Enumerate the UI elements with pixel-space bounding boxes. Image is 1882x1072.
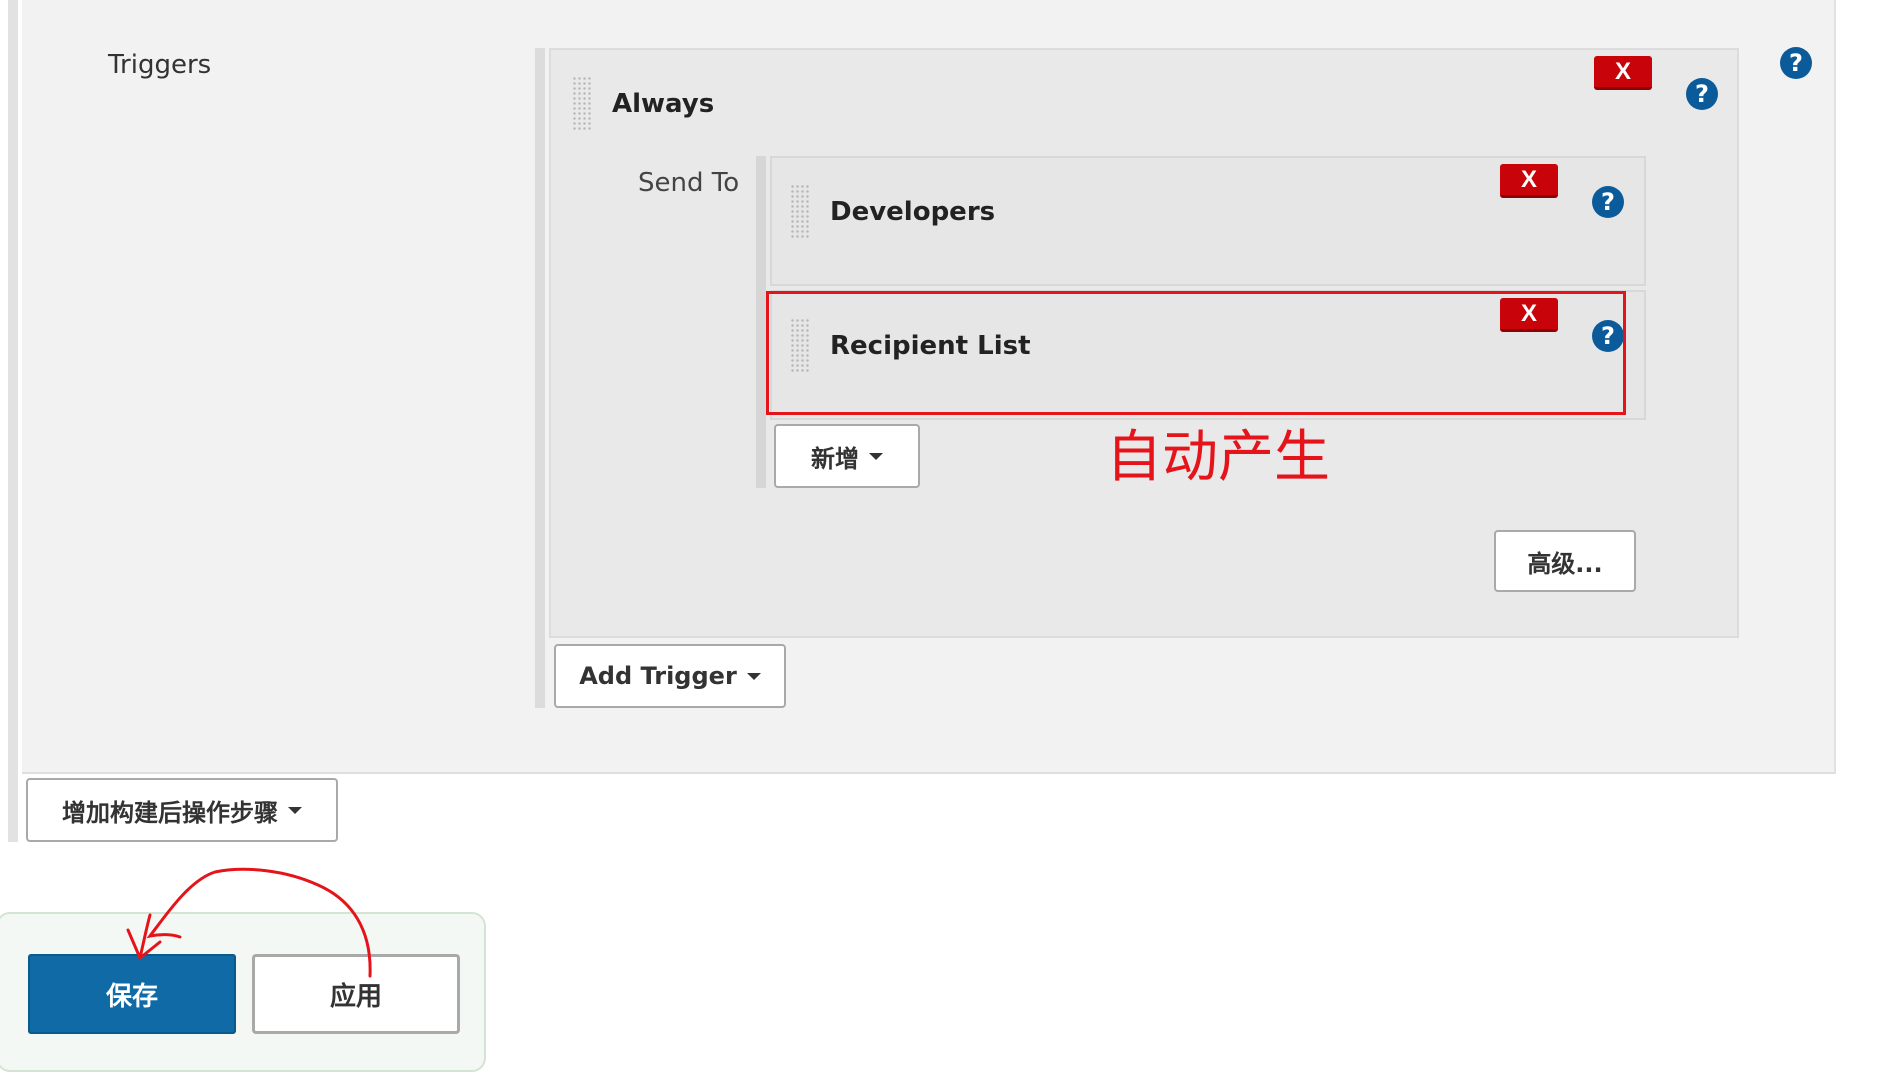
annotation-arrow: [126, 867, 372, 978]
